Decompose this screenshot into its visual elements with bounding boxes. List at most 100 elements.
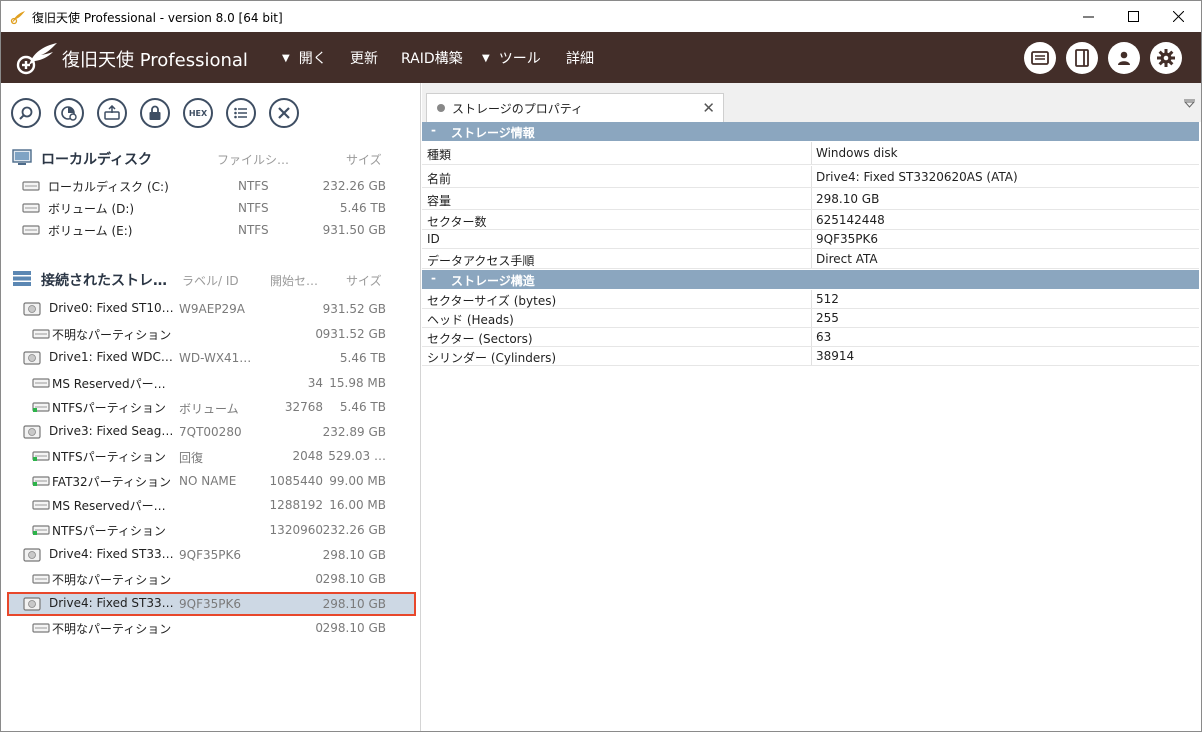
property-key: 容量 — [427, 194, 452, 208]
column-separator — [811, 142, 812, 164]
item-label: WD-WX41… — [179, 351, 252, 365]
drive-row[interactable]: Drive0: Fixed ST10… W9AEP29A 931.52 GB — [1, 297, 421, 321]
log-icon — [1031, 51, 1049, 65]
partition-icon — [32, 402, 50, 412]
item-size: 931.50 GB — [322, 223, 386, 237]
menu-tools[interactable]: ▼ ツール — [482, 48, 541, 68]
item-label: 9QF35PK6 — [179, 597, 241, 611]
item-name: 不明なパーティション — [52, 622, 172, 636]
item-size: 298.10 GB — [322, 597, 386, 611]
property-row[interactable]: ID 9QF35PK6 — [422, 230, 1199, 249]
menu-raid[interactable]: RAID構築 — [401, 48, 463, 68]
property-row[interactable]: 種類 Windows disk — [422, 142, 1199, 165]
lock-button[interactable] — [140, 98, 170, 128]
menu-refresh[interactable]: 更新 — [350, 48, 378, 68]
col-label-id[interactable]: ラベル/ ID — [182, 272, 239, 289]
partition-row[interactable]: MS Reservedパー… 34 15.98 MB — [1, 371, 421, 395]
item-name: Drive3: Fixed Seag… — [49, 424, 174, 438]
col-start-sector[interactable]: 開始セ… — [270, 272, 318, 289]
item-size: 5.46 TB — [339, 351, 386, 365]
scan-icon — [61, 106, 77, 121]
properties-panel: ストレージのプロパティ ✕ - ストレージ情報 種類 Windows disk 名前… — [422, 83, 1201, 731]
item-name: FAT32パーティション — [52, 475, 171, 489]
property-value: Drive4: Fixed ST3320620AS (ATA) — [816, 170, 1018, 184]
partition-icon — [32, 451, 50, 461]
partition-row[interactable]: 不明なパーティション 0 298.10 GB — [1, 616, 421, 640]
user-button[interactable] — [1108, 42, 1140, 74]
list-item[interactable]: ボリューム (D:) NTFS 5.46 TB — [1, 196, 421, 220]
list-icon — [234, 107, 247, 119]
property-row[interactable]: セクター (Sectors) 63 — [422, 328, 1199, 347]
drive-row[interactable]: Drive4: Fixed ST33… 9QF35PK6 298.10 GB — [1, 543, 421, 567]
group-storage-structure[interactable]: - ストレージ構造 — [422, 270, 1199, 289]
hex-button[interactable]: HEX — [183, 98, 213, 128]
maximize-button[interactable] — [1111, 1, 1155, 32]
item-size: 232.89 GB — [322, 425, 386, 439]
hard-drive-icon — [23, 597, 41, 611]
item-size: 16.00 MB — [329, 498, 386, 512]
partition-row[interactable]: 不明なパーティション 0 298.10 GB — [1, 567, 421, 591]
menu-open[interactable]: ▼ 開く — [282, 48, 327, 68]
partition-row[interactable]: NTFSパーティション 回復 2048 529.03 … — [1, 444, 421, 468]
recover-button[interactable] — [97, 98, 127, 128]
tab-menu-icon[interactable] — [1184, 99, 1195, 108]
close-window-button[interactable] — [1156, 1, 1200, 32]
item-start-sector: 0 — [315, 327, 323, 341]
col-size[interactable]: サイズ — [346, 151, 382, 168]
minimize-button[interactable] — [1066, 1, 1110, 32]
group-storage-info[interactable]: - ストレージ情報 — [422, 122, 1199, 141]
tab-storage-properties[interactable]: ストレージのプロパティ ✕ — [426, 93, 724, 122]
item-name: Drive1: Fixed WDC… — [49, 350, 173, 364]
partition-row[interactable]: 不明なパーティション 0 931.52 GB — [1, 322, 421, 346]
list-button[interactable] — [226, 98, 256, 128]
log-button[interactable] — [1024, 42, 1056, 74]
partition-row[interactable]: FAT32パーティション NO NAME 1085440 99.00 MB — [1, 469, 421, 493]
menu-details[interactable]: 詳細 — [566, 48, 594, 68]
settings-button[interactable] — [1150, 42, 1182, 74]
scan-button[interactable] — [54, 98, 84, 128]
property-key: データアクセス手順 — [427, 254, 535, 268]
col-filesystem[interactable]: ファイルシ… — [217, 151, 289, 168]
property-row[interactable]: データアクセス手順 Direct ATA — [422, 249, 1199, 269]
partition-row[interactable]: MS Reservedパー… 1288192 16.00 MB — [1, 493, 421, 517]
list-item[interactable]: ボリューム (E:) NTFS 931.50 GB — [1, 218, 421, 242]
property-row[interactable]: 名前 Drive4: Fixed ST3320620AS (ATA) — [422, 166, 1199, 188]
item-size: 99.00 MB — [329, 474, 386, 488]
list-item[interactable]: ローカルディスク (C:) NTFS 232.26 GB — [1, 174, 421, 198]
tab-label: ストレージのプロパティ — [452, 102, 584, 116]
property-row[interactable]: シリンダー (Cylinders) 38914 — [422, 347, 1199, 366]
dropdown-arrow-icon: ▼ — [282, 52, 290, 64]
drive-row[interactable]: Drive3: Fixed Seag… 7QT00280 232.89 GB — [1, 420, 421, 444]
partition-icon — [22, 181, 40, 191]
item-start-sector: 2048 — [292, 449, 323, 463]
search-button[interactable] — [11, 98, 41, 128]
property-row[interactable]: セクターサイズ (bytes) 512 — [422, 290, 1199, 309]
property-row[interactable]: セクター数 625142448 — [422, 210, 1199, 230]
group-title: ストレージ構造 — [451, 274, 535, 288]
partition-row[interactable]: NTFSパーティション 1320960 232.26 GB — [1, 518, 421, 542]
tab-bar: ストレージのプロパティ ✕ — [422, 83, 1201, 122]
close-storage-button[interactable] — [269, 98, 299, 128]
property-key: ID — [427, 232, 440, 246]
column-separator — [811, 347, 812, 365]
drive-row[interactable]: Drive1: Fixed WDC… WD-WX41… 5.46 TB — [1, 346, 421, 370]
item-label: 回復 — [179, 451, 204, 465]
column-separator — [811, 210, 812, 229]
item-name: NTFSパーティション — [52, 450, 166, 464]
panel-button[interactable] — [1066, 42, 1098, 74]
partition-icon — [32, 623, 50, 633]
item-name: ボリューム (D:) — [48, 202, 135, 216]
item-label: ボリューム — [179, 402, 239, 416]
tab-close-icon[interactable]: ✕ — [702, 99, 715, 117]
item-start-sector: 1288192 — [269, 498, 323, 512]
partition-row[interactable]: NTFSパーティション ボリューム 32768 5.46 TB — [1, 395, 421, 419]
item-size: 931.52 GB — [322, 302, 386, 316]
item-size: 5.46 TB — [339, 201, 386, 215]
drive-row[interactable]: Drive4: Fixed ST33… 9QF35PK6 298.10 GB — [7, 592, 416, 616]
item-size: 298.10 GB — [322, 572, 386, 586]
property-row[interactable]: ヘッド (Heads) 255 — [422, 309, 1199, 328]
property-row[interactable]: 容量 298.10 GB — [422, 188, 1199, 210]
logo-icon — [16, 43, 57, 75]
connected-storage-header: 接続されたストレ… ラベル/ ID 開始セ… サイズ — [1, 267, 421, 291]
col-size[interactable]: サイズ — [346, 272, 382, 289]
